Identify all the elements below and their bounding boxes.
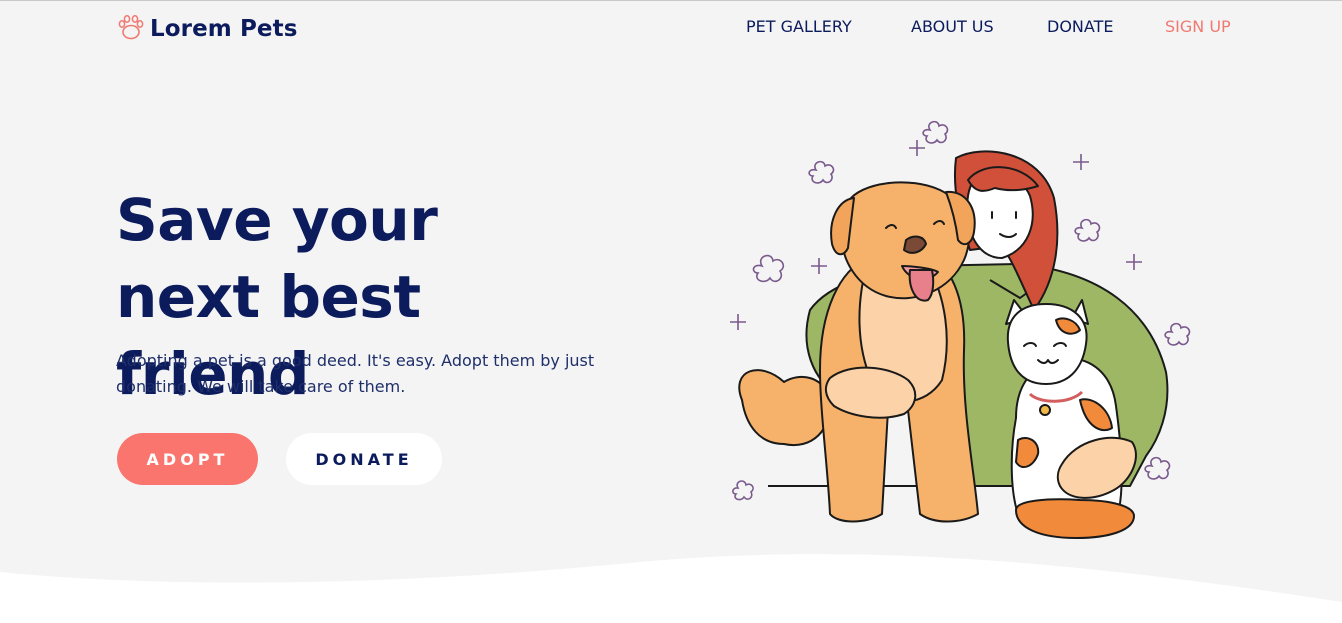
hero-subtitle: Adopting a pet is a good deed. It's easy… — [116, 351, 595, 396]
bottom-wave — [0, 554, 1342, 623]
main-nav: PET GALLERY ABOUT US DONATE SIGN UP — [0, 17, 1342, 39]
top-border — [0, 0, 1342, 1]
adopt-button[interactable]: ADOPT — [117, 433, 258, 485]
nav-item-pet-gallery[interactable]: PET GALLERY — [746, 17, 852, 36]
woman-dog-cat-illustration — [730, 120, 1191, 539]
nav-item-donate[interactable]: DONATE — [1047, 17, 1113, 36]
nav-item-sign-up[interactable]: SIGN UP — [1165, 17, 1231, 36]
nav-item-about-us[interactable]: ABOUT US — [911, 17, 994, 36]
donate-button[interactable]: DONATE — [286, 433, 442, 485]
